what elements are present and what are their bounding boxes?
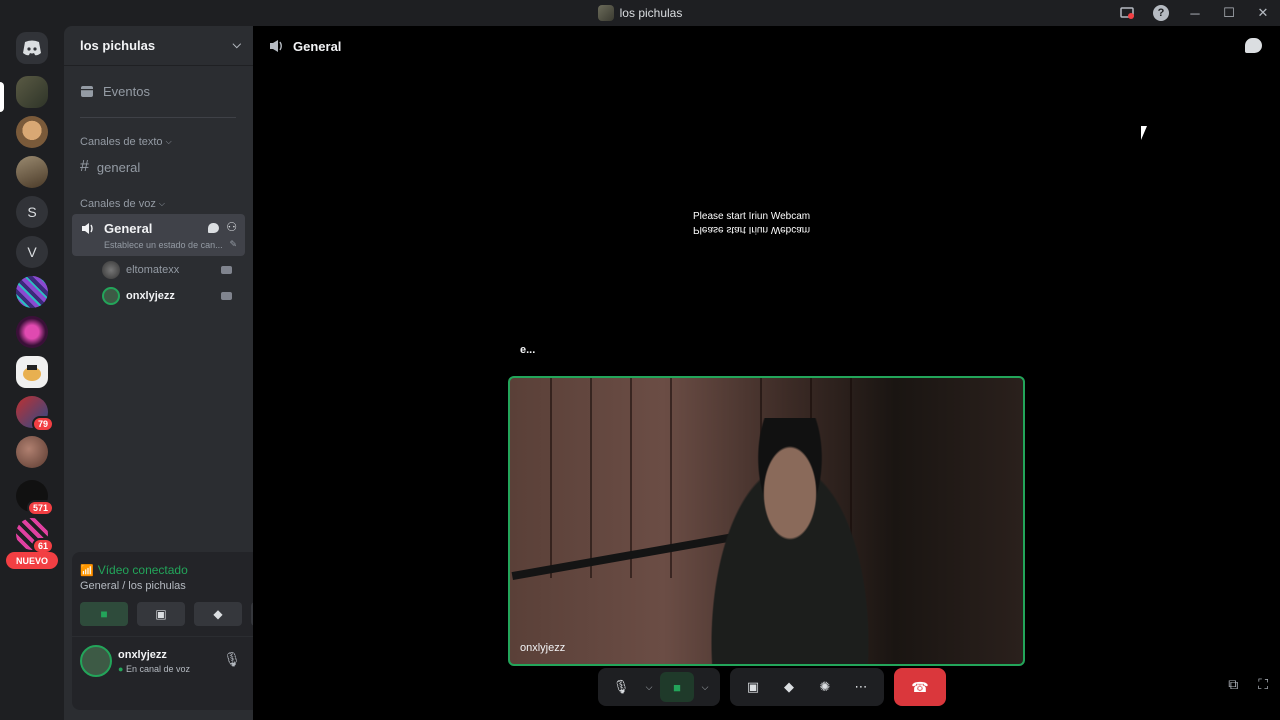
text-category[interactable]: Canales de texto ⌵ [80, 136, 172, 148]
discord-app: los pichulas ? ─ ☐ ✕ S V 79 571 61 NUEVO… [0, 0, 1280, 720]
voice-channel-name: General [104, 221, 153, 236]
voice-status[interactable]: Establece un estado de can... [104, 240, 224, 250]
webcam-message: Please start Iriun Webcam Please start I… [693, 210, 810, 236]
popout-icon[interactable]: ⧉ [1228, 676, 1238, 693]
inbox-icon[interactable] [1110, 0, 1144, 26]
selected-server-pill [0, 82, 4, 112]
channel-name: general [96, 159, 141, 175]
server-game[interactable]: 79 [16, 396, 54, 432]
voice-user-name: eltomatexx [126, 264, 180, 276]
discord-home-icon[interactable] [16, 32, 48, 64]
user-name: onxlyjezz [118, 649, 167, 661]
stage-corner-controls: ⧉ ⛶ [1228, 676, 1268, 693]
hashtag-icon: # [80, 158, 89, 175]
server-s[interactable]: S [16, 196, 48, 228]
screen-share-icon[interactable]: ▣ [736, 672, 770, 702]
webcam-message-line: Please start Iriun Webcam [693, 211, 811, 222]
video-icon [221, 266, 232, 274]
chevron-down-icon: ⌵ [232, 39, 241, 51]
events-item[interactable]: Eventos [72, 78, 237, 104]
connection-title: 📶 Vídeo conectado [80, 563, 188, 577]
events-label: Eventos [103, 83, 150, 99]
title-bar: los pichulas ? ─ ☐ ✕ [0, 0, 1280, 26]
user-status: ● En canal de voz [118, 664, 190, 674]
microphone-icon[interactable]: 🎙 [223, 651, 241, 668]
server-list: S V 79 571 61 NUEVO [0, 26, 64, 720]
server-dark[interactable]: 571 [16, 480, 54, 516]
speaker-icon [270, 40, 282, 52]
screen-share-button[interactable]: ▣ [137, 602, 185, 626]
notification-badge: 79 [31, 416, 54, 432]
channel-sidebar: los pichulas ⌵ Eventos Canales de texto … [64, 26, 307, 720]
activity-button[interactable]: ◆ [194, 602, 242, 626]
calendar-icon [81, 86, 93, 97]
camera-button[interactable]: ■ [80, 602, 128, 626]
chevron-down-icon[interactable]: ⌵ [696, 672, 714, 702]
voice-user-name: onxlyjezz [126, 290, 175, 302]
chevron-down-icon: ⌵ [165, 137, 172, 146]
server-hamster[interactable] [16, 116, 48, 148]
stage-channel-name: General [293, 38, 342, 54]
status-dot-icon: ● [118, 664, 124, 674]
stage-header: General [253, 26, 1280, 66]
av-control-group: 🎙 ⌵ ■ ⌵ [598, 668, 720, 706]
channel-general-voice[interactable]: General Establece un estado de can... ⚇ … [72, 214, 245, 256]
mouse-cursor [1141, 126, 1153, 140]
server-icon [597, 5, 614, 21]
server-avatar-3[interactable] [16, 156, 48, 188]
minimize-button[interactable]: ─ [1178, 0, 1212, 26]
chat-icon[interactable] [1245, 38, 1262, 53]
avatar [102, 261, 120, 279]
voice-category[interactable]: Canales de voz ⌵ [80, 198, 165, 210]
connection-subtitle[interactable]: General / los pichulas [80, 580, 186, 592]
server-los-pichulas[interactable] [16, 76, 48, 108]
new-badge[interactable]: NUEVO [6, 552, 58, 569]
close-button[interactable]: ✕ [1246, 0, 1280, 26]
notification-badge: 571 [26, 500, 54, 516]
signal-icon: 📶 [80, 564, 94, 577]
disconnect-button[interactable]: ☎ [894, 668, 946, 706]
guild-header[interactable]: los pichulas ⌵ [64, 26, 253, 66]
gamepad-icon[interactable]: ◆ [772, 672, 806, 702]
server-avatar-10[interactable] [16, 436, 48, 468]
channel-general-text[interactable]: # general [72, 156, 245, 178]
more-options-icon[interactable]: ⋯ [844, 672, 878, 702]
tile-username: onxlyjezz [520, 642, 566, 654]
soundboard-icon[interactable]: ✺ [808, 672, 842, 702]
maximize-button[interactable]: ☐ [1212, 0, 1246, 26]
voice-stage: General Please start Iriun Webcam Please… [253, 26, 1280, 720]
video-tile[interactable]: onxlyjezz [508, 376, 1025, 666]
chevron-down-icon: ⌵ [158, 199, 165, 208]
webcam-message-mirrored: Please start Iriun Webcam [693, 224, 811, 235]
camera-icon[interactable]: ■ [660, 672, 694, 702]
invite-user-icon[interactable]: ⚇ [226, 220, 237, 234]
activity-control-group: ▣ ◆ ✺ ⋯ [730, 668, 884, 706]
voice-user-row[interactable]: onxlyjezz [102, 285, 242, 307]
guild-name: los pichulas [80, 38, 156, 53]
help-icon[interactable]: ? [1144, 0, 1178, 26]
server-pink[interactable] [16, 316, 48, 348]
call-controls: 🎙 ⌵ ■ ⌵ ▣ ◆ ✺ ⋯ ☎ [598, 668, 946, 706]
server-cartoon[interactable] [16, 356, 48, 388]
server-pattern[interactable] [16, 276, 48, 308]
avatar[interactable] [80, 645, 112, 677]
server-v[interactable]: V [16, 236, 48, 268]
avatar [102, 287, 120, 305]
voice-user-row[interactable]: eltomatexx [102, 259, 242, 281]
participant-label: e... [520, 344, 536, 356]
pencil-icon[interactable]: ✎ [229, 239, 237, 250]
title-bar-controls: ? ─ ☐ ✕ [1110, 0, 1280, 26]
server-checker[interactable]: 61 [16, 518, 54, 554]
speaker-icon [82, 223, 93, 234]
webcam-person [690, 418, 890, 664]
fullscreen-icon[interactable]: ⛶ [1258, 676, 1268, 693]
divider [80, 117, 236, 118]
chevron-down-icon[interactable]: ⌵ [640, 672, 658, 702]
window-title: los pichulas [619, 6, 683, 20]
microphone-icon[interactable]: 🎙 [604, 672, 638, 702]
chat-bubble-icon[interactable] [208, 223, 219, 233]
window-title-group: los pichulas [597, 5, 683, 21]
video-icon [221, 292, 232, 300]
